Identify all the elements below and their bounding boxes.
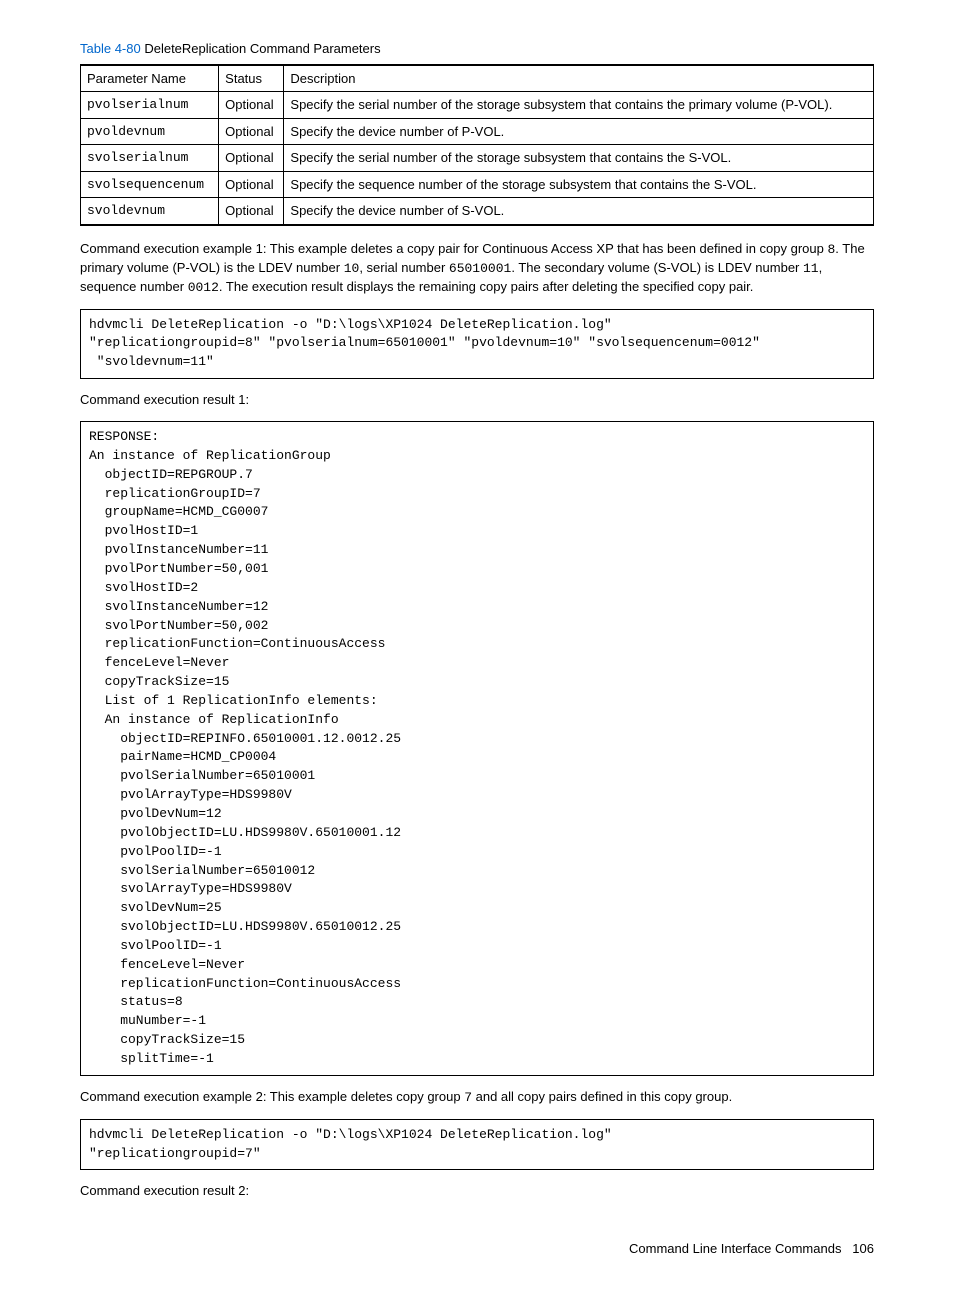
param-status: Optional (219, 92, 284, 119)
result2-label: Command execution result 2: (80, 1182, 874, 1200)
param-desc: Specify the serial number of the storage… (284, 145, 874, 172)
param-status: Optional (219, 118, 284, 145)
example2-paragraph: Command execution example 2: This exampl… (80, 1088, 874, 1107)
example2-command: hdvmcli DeleteReplication -o "D:\logs\XP… (80, 1119, 874, 1171)
example1-command: hdvmcli DeleteReplication -o "D:\logs\XP… (80, 309, 874, 380)
table-header-row: Parameter Name Status Description (81, 65, 874, 92)
parameters-table: Parameter Name Status Description pvolse… (80, 64, 874, 226)
page-footer: Command Line Interface Commands 106 (80, 1240, 874, 1258)
table-caption: Table 4-80 DeleteReplication Command Par… (80, 40, 874, 58)
footer-title: Command Line Interface Commands (629, 1241, 841, 1256)
param-status: Optional (219, 198, 284, 225)
param-name: svolsequencenum (81, 171, 219, 198)
table-row: svoldevnum Optional Specify the device n… (81, 198, 874, 225)
param-status: Optional (219, 171, 284, 198)
param-desc: Specify the device number of P-VOL. (284, 118, 874, 145)
table-row: svolsequencenum Optional Specify the seq… (81, 171, 874, 198)
col-status: Status (219, 65, 284, 92)
param-status: Optional (219, 145, 284, 172)
page-number: 106 (852, 1241, 874, 1256)
param-name: pvoldevnum (81, 118, 219, 145)
param-desc: Specify the device number of S-VOL. (284, 198, 874, 225)
result1-label: Command execution result 1: (80, 391, 874, 409)
table-number: Table 4-80 (80, 41, 141, 56)
param-name: svolserialnum (81, 145, 219, 172)
table-row: pvoldevnum Optional Specify the device n… (81, 118, 874, 145)
col-desc: Description (284, 65, 874, 92)
table-row: svolserialnum Optional Specify the seria… (81, 145, 874, 172)
param-desc: Specify the serial number of the storage… (284, 92, 874, 119)
example1-result: RESPONSE: An instance of ReplicationGrou… (80, 421, 874, 1076)
table-title: DeleteReplication Command Parameters (141, 41, 381, 56)
param-desc: Specify the sequence number of the stora… (284, 171, 874, 198)
table-row: pvolserialnum Optional Specify the seria… (81, 92, 874, 119)
param-name: svoldevnum (81, 198, 219, 225)
col-param: Parameter Name (81, 65, 219, 92)
param-name: pvolserialnum (81, 92, 219, 119)
example1-paragraph: Command execution example 1: This exampl… (80, 240, 874, 297)
